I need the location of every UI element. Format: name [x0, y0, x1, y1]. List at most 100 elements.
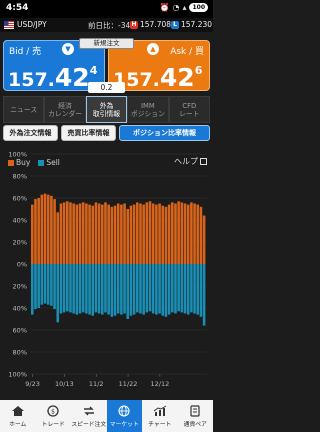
buy-bar [136, 202, 139, 264]
buy-bar [123, 203, 126, 264]
subtab-buy-sell-ratio[interactable]: 売買比率情報 [61, 125, 116, 141]
sell-bar [81, 264, 85, 313]
buy-bar [72, 203, 75, 264]
ask-label: Ask / 買 [170, 47, 204, 57]
sell-bar [97, 264, 101, 314]
trade-icon: $ [47, 404, 59, 417]
buy-bar [180, 202, 184, 264]
x-tick-label: 12/12 [150, 380, 169, 388]
subtab-fx-order-info[interactable]: 外為注文情報 [3, 125, 58, 141]
currency-pair-name: USD/JPY [17, 20, 47, 29]
nav-home[interactable]: ホーム [0, 400, 36, 432]
arrow-down-icon: ▼ [62, 43, 74, 55]
sell-bar [171, 264, 174, 313]
sell-bar [104, 264, 107, 313]
sell-bar [193, 264, 196, 314]
sell-bar [50, 264, 53, 306]
buy-bar [196, 204, 200, 264]
buy-bar [91, 205, 95, 264]
sell-bar [34, 264, 37, 310]
buy-bar [53, 199, 56, 264]
buy-bar [81, 202, 85, 264]
y-tick-label: 80% [13, 173, 27, 181]
globe-icon [118, 404, 130, 417]
buy-bar [62, 202, 66, 264]
bid-label: Bid / 売 [9, 47, 42, 57]
sell-bar [31, 264, 34, 315]
alarm-icon: ⏰ [159, 3, 170, 12]
nav-trade[interactable]: $ トレード [36, 400, 72, 432]
buy-bar [190, 202, 193, 264]
subtab-position-ratio[interactable]: ポジション比率情報 [119, 125, 210, 141]
y-tick-label: 0% [17, 261, 27, 269]
sell-bar [120, 264, 123, 315]
position-ratio-chart: Buy Sell ヘルプ 100% 80% 60% 40% 20% 0% 20% 40% 60%… [0, 146, 213, 400]
nav-currency-pair[interactable]: 通貨ペア [178, 400, 214, 432]
home-icon [11, 405, 24, 416]
tab-imm-position[interactable]: IMM ポジション [127, 96, 169, 123]
sell-bar [199, 264, 203, 317]
buy-bar [50, 195, 53, 264]
sell-bar [116, 264, 120, 314]
buy-bar [167, 204, 171, 264]
buy-bar [69, 202, 72, 264]
sell-bar [56, 264, 60, 323]
high-badge: H [130, 21, 138, 29]
sell-bar [139, 264, 142, 314]
sell-bar [59, 264, 63, 314]
nav-speed-order[interactable]: スピード注文 [71, 400, 107, 432]
nav-market[interactable]: マーケット [106, 400, 142, 432]
sell-bar [161, 264, 165, 316]
sell-bar [113, 264, 117, 316]
buy-bar [193, 203, 196, 264]
x-tick-label: 11/22 [119, 380, 138, 388]
sell-bar [196, 264, 200, 315]
chart-plot: 100%80%60%40%20%0%20%40%60%80%100%9/23 10… [8, 151, 207, 388]
sell-bar [40, 264, 44, 305]
tab-economic-calendar[interactable]: 経済 カレンダー [44, 96, 86, 123]
buy-bar [142, 204, 145, 264]
buy-bar [126, 209, 130, 264]
sell-bar [123, 264, 126, 314]
x-tick-label: 10/13 [55, 380, 74, 388]
sell-bar [62, 264, 66, 313]
y-tick-label: 40% [13, 305, 27, 313]
tab-fx-trading-info[interactable]: 外為 取引情報 [85, 96, 128, 123]
buy-bar [43, 193, 47, 264]
sell-bar [107, 264, 110, 315]
y-tick-label: 60% [13, 327, 27, 335]
sell-bar [46, 264, 50, 305]
buy-bar [75, 204, 79, 264]
sell-bar [126, 264, 130, 319]
sell-bar [94, 264, 98, 313]
svg-text:$: $ [51, 408, 55, 415]
sell-bar [129, 264, 133, 316]
sell-bar [180, 264, 184, 313]
sell-bar [167, 264, 171, 315]
pair-bar[interactable]: USD/JPY 前日比：-341 H 157.708 L 157.230 [0, 18, 213, 32]
sell-bar [202, 264, 206, 326]
status-icons: ⏰ ◔ ▴ 100 [159, 3, 208, 12]
new-order-button[interactable]: 新規注文 [79, 38, 134, 49]
tab-cfd-rate[interactable]: CFD レート [168, 96, 211, 123]
signal-icon: ▴ [182, 3, 187, 12]
buy-bar [46, 194, 50, 264]
low-value: 157.230 [181, 20, 213, 29]
x-tick-label: 11/2 [89, 380, 104, 388]
buy-bar [155, 204, 158, 264]
tab-news[interactable]: ニュース [3, 96, 45, 123]
sell-bar [37, 264, 40, 308]
sell-bar [155, 264, 158, 315]
y-tick-label: 100% [8, 371, 27, 379]
sell-bar [69, 264, 72, 313]
buy-bar [66, 201, 69, 264]
nav-chart[interactable]: チャート [142, 400, 178, 432]
status-bar: 4:54 ⏰ ◔ ▴ 100 [0, 0, 213, 18]
buy-bar [177, 201, 180, 264]
buy-bar [174, 203, 177, 264]
y-tick-label: 20% [13, 239, 27, 247]
sell-bar [177, 264, 180, 312]
arrow-up-icon: ▲ [147, 43, 159, 55]
sell-bar [190, 264, 193, 313]
y-tick-label: 100% [8, 151, 27, 159]
